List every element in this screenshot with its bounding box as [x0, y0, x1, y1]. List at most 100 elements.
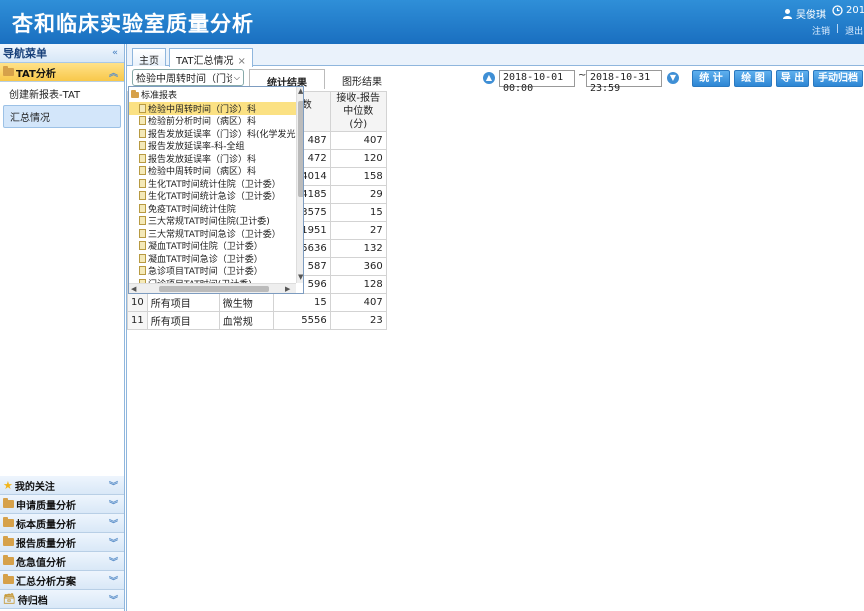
dropdown-option-label: 生化TAT时间统计住院（卫计委）: [148, 179, 281, 190]
dropdown-root-label: 标准报表: [141, 91, 178, 101]
sidebar-section-pending-archive[interactable]: 🗃 待归档 ︾: [0, 590, 124, 609]
dropdown-vertical-scrollbar[interactable]: ▲ ▼: [296, 87, 303, 283]
sidebar-section-summary-plans[interactable]: 汇总分析方案 ︾: [0, 571, 124, 590]
tab-home[interactable]: 主页: [132, 48, 166, 67]
tab-tat-summary[interactable]: TAT汇总情况 ×: [169, 48, 253, 67]
report-file-icon: [139, 116, 146, 126]
dropdown-option-label: 急诊项目TAT时间（卫计委）: [148, 267, 263, 278]
sidebar-item-create-report[interactable]: 创建新报表-TAT: [0, 82, 124, 105]
report-type-select[interactable]: 检验中周转时间（门诊）科 ⌵: [132, 69, 244, 86]
dropdown-option-label: 报告发放延误率（门诊）科: [148, 154, 257, 165]
dropdown-option[interactable]: 报告发放延误率（门诊）科(化学发光): [129, 127, 296, 140]
row-count: 5556: [272, 311, 331, 330]
dropdown-option-label: 免疫TAT时间统计住院: [148, 204, 236, 215]
dropdown-option[interactable]: 生化TAT时间统计急诊（卫计委）: [129, 190, 296, 203]
chevron-down-icon[interactable]: ︾: [109, 498, 118, 511]
sidebar-item-summary[interactable]: 汇总情况: [3, 105, 121, 128]
folder-icon: [3, 517, 14, 527]
chevron-down-icon[interactable]: ︾: [109, 536, 118, 549]
folder-icon: [3, 66, 14, 76]
row-index: 10: [127, 293, 148, 312]
scroll-right-icon[interactable]: ▶: [285, 285, 290, 293]
scroll-thumb[interactable]: [298, 101, 303, 197]
dropdown-option[interactable]: 急诊项目TAT时间（卫计委）: [129, 265, 296, 278]
dropdown-option[interactable]: 检验中周转时间（病区）科: [129, 165, 296, 177]
sidebar-section-favorites[interactable]: ★ 我的关注 ︾: [0, 476, 124, 495]
chevron-down-icon[interactable]: ︾: [109, 555, 118, 568]
date-from-input[interactable]: 2018-10-01 00:00: [499, 70, 575, 94]
manual-archive-button[interactable]: 手动归档: [813, 70, 863, 87]
row-median: 29: [329, 185, 387, 204]
sidebar-section-label: 标本质量分析: [16, 519, 76, 531]
sidebar-section-tat[interactable]: TAT分析 ︽: [0, 63, 124, 82]
close-tab-icon[interactable]: ×: [238, 56, 246, 67]
dropdown-option[interactable]: 凝血TAT时间住院（卫计委）: [129, 240, 296, 253]
sidebar-section-label: 申请质量分析: [16, 500, 76, 512]
row-median: 360: [329, 257, 387, 276]
row-median: 128: [329, 275, 387, 294]
report-file-icon: [139, 153, 146, 163]
tab-bar: 主页 TAT汇总情况 ×: [127, 44, 864, 67]
report-type-dropdown[interactable]: 标准报表 检验中周转时间（门诊）科 检验前分析时间（病区）科 报告发放延误率（门诊）…: [128, 86, 304, 294]
scroll-left-icon[interactable]: ◀: [131, 285, 136, 293]
stats-button[interactable]: 统 计: [692, 70, 730, 87]
chevron-down-icon: ⌵: [233, 72, 240, 82]
chevron-up-icon[interactable]: ︽: [109, 66, 118, 79]
sidebar-section-request-quality[interactable]: 申请质量分析 ︾: [0, 495, 124, 514]
scroll-thumb[interactable]: [159, 286, 269, 292]
dropdown-list: 标准报表 检验中周转时间（门诊）科 检验前分析时间（病区）科 报告发放延误率（门诊）…: [129, 87, 296, 283]
chevron-down-icon[interactable]: ︾: [109, 517, 118, 530]
dropdown-option[interactable]: 报告发放延误率-科-全组: [129, 140, 296, 152]
table-row[interactable]: 11 所有项目 血常规 5556 23: [127, 311, 387, 330]
chevron-down-icon[interactable]: ︾: [109, 479, 118, 492]
row-project: 所有项目: [146, 311, 220, 330]
report-file-icon: [139, 216, 146, 226]
sidebar-section-specimen-quality[interactable]: 标本质量分析 ︾: [0, 514, 124, 533]
user-icon: [783, 9, 792, 19]
row-group: 微生物: [218, 293, 274, 312]
dropdown-option[interactable]: 检验前分析时间（病区）科: [129, 115, 296, 127]
plot-button[interactable]: 绘 图: [734, 70, 772, 87]
dropdown-option[interactable]: 检验中周转时间（门诊）科: [129, 102, 296, 115]
sidebar-bottom-sections: ★ 我的关注 ︾ 申请质量分析 ︾ 标本质量分析 ︾ 报告质量分析 ︾ 危急值分析…: [0, 476, 124, 609]
clock: 201: [832, 5, 864, 16]
table-row[interactable]: 10 所有项目 微生物 15 407: [127, 293, 387, 312]
arrow-down-icon[interactable]: ▼: [667, 72, 679, 84]
sidebar-section-label: 报告质量分析: [16, 538, 76, 550]
dropdown-option[interactable]: 生化TAT时间统计住院（卫计委）: [129, 177, 296, 190]
dropdown-option[interactable]: 三大常规TAT时间住院(卫计委): [129, 215, 296, 227]
sidebar-section-critical-value[interactable]: 危急值分析 ︾: [0, 552, 124, 571]
export-button[interactable]: 导 出: [776, 70, 809, 87]
dropdown-horizontal-scrollbar[interactable]: ◀ ▶: [129, 283, 296, 293]
sidebar-section-label: 危急值分析: [16, 557, 66, 569]
logout-link[interactable]: 注销: [812, 24, 830, 37]
subtab-graph-result[interactable]: 图形结果: [327, 69, 397, 89]
dropdown-option[interactable]: 报告发放延误率（门诊）科: [129, 152, 296, 165]
row-median: 407: [329, 293, 387, 312]
report-file-icon: [139, 203, 146, 213]
exit-link[interactable]: 退出: [845, 24, 863, 37]
scroll-down-icon[interactable]: ▼: [298, 273, 303, 281]
header-median-line1: 接收-报告: [336, 93, 381, 104]
user-menu[interactable]: 吴俊琪: [782, 6, 826, 21]
dropdown-option-label: 生化TAT时间统计急诊（卫计委）: [148, 192, 281, 203]
folder-icon: [131, 89, 139, 98]
header-median-line2: 中位数: [343, 106, 374, 117]
dropdown-option[interactable]: 免疫TAT时间统计住院: [129, 202, 296, 215]
arrow-up-icon[interactable]: ▲: [483, 72, 495, 84]
chevron-down-icon[interactable]: ︾: [109, 593, 118, 606]
dropdown-root-node[interactable]: 标准报表: [129, 87, 296, 102]
chevron-down-icon[interactable]: ︾: [109, 574, 118, 587]
scroll-up-icon[interactable]: ▲: [298, 87, 303, 95]
nav-menu-title: 导航菜单: [3, 47, 47, 60]
dropdown-option-label: 凝血TAT时间急诊（卫计委）: [148, 254, 263, 265]
archive-icon: 🗃: [3, 593, 16, 605]
dropdown-option-label: 检验中周转时间（门诊）科: [148, 104, 257, 115]
sidebar-section-report-quality[interactable]: 报告质量分析 ︾: [0, 533, 124, 552]
date-to-input[interactable]: 2018-10-31 23:59: [586, 70, 662, 94]
dropdown-option[interactable]: 凝血TAT时间急诊（卫计委）: [129, 252, 296, 265]
dropdown-option[interactable]: 三大常规TAT时间急诊（卫计委）: [129, 227, 296, 240]
report-file-icon: [139, 103, 146, 113]
dropdown-option-label: 凝血TAT时间住院（卫计委）: [148, 242, 263, 253]
collapse-sidebar-icon[interactable]: «: [112, 48, 118, 58]
